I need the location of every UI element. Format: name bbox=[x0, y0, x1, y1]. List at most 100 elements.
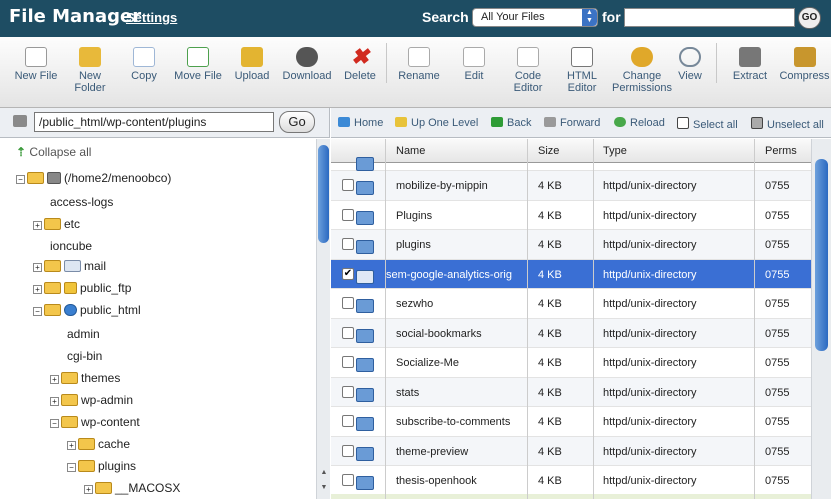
table-scrollbar[interactable] bbox=[811, 139, 831, 499]
folder-icon bbox=[356, 240, 374, 254]
nav-forward[interactable]: Forward bbox=[544, 117, 600, 129]
path-input[interactable]: /public_html/wp-content/plugins bbox=[34, 112, 274, 132]
tree-item[interactable]: + mail bbox=[33, 259, 106, 273]
path-go-button[interactable]: Go bbox=[279, 111, 315, 133]
toolbar-change-permissions[interactable]: Change Permissions bbox=[610, 47, 674, 94]
row-checkbox[interactable] bbox=[342, 326, 354, 339]
table-row[interactable]: social-bookmarks 4 KB httpd/unix-directory… bbox=[331, 318, 811, 348]
tree-root[interactable]: − (/home2/menoobco) bbox=[16, 171, 171, 185]
expand-icon: + bbox=[33, 221, 42, 230]
copy-icon bbox=[133, 47, 155, 67]
tree-item[interactable]: ioncube bbox=[50, 239, 92, 253]
file-type: httpd/unix-directory bbox=[603, 475, 697, 487]
row-checkbox[interactable] bbox=[342, 297, 354, 309]
row-checkbox[interactable] bbox=[342, 208, 354, 221]
toolbar-edit[interactable]: Edit bbox=[456, 47, 492, 82]
toolbar-new-folder[interactable]: New Folder bbox=[66, 47, 114, 94]
table-row-selected[interactable]: ✔ sem-google-analytics-orig 4 KB httpd/unix… bbox=[331, 259, 811, 289]
search-input[interactable] bbox=[624, 8, 795, 27]
tree-item[interactable]: + themes bbox=[50, 371, 120, 385]
tree-item[interactable]: + wp-admin bbox=[50, 393, 133, 407]
scroll-down-icon[interactable]: ▼ bbox=[317, 484, 331, 491]
search-scope-select[interactable]: All Your Files ▲ ▼ bbox=[472, 8, 598, 27]
tree-scrollbar[interactable]: ▲ ▼ bbox=[316, 139, 330, 499]
row-checkbox[interactable] bbox=[342, 356, 354, 368]
nav-reload[interactable]: Reload bbox=[614, 117, 665, 129]
table-row[interactable]: thesis-openhook 4 KB httpd/unix-directory 0… bbox=[331, 466, 811, 496]
mail-icon bbox=[64, 260, 81, 272]
file-perms: 0755 bbox=[765, 386, 790, 399]
header-size[interactable]: Size bbox=[538, 145, 559, 157]
tree-item[interactable]: + __MACOSX bbox=[84, 481, 180, 495]
tree-item[interactable]: − public_html bbox=[33, 303, 141, 317]
tree-item[interactable]: + etc bbox=[33, 217, 80, 231]
table-row[interactable]: sezwho 4 KB httpd/unix-directory 0755 bbox=[331, 289, 811, 319]
table-row[interactable]: theme-preview 4 KB httpd/unix-directory 075… bbox=[331, 436, 811, 466]
tree-scrollbar-thumb[interactable] bbox=[318, 145, 329, 243]
table-row[interactable]: plugins 4 KB httpd/unix-directory 0755 bbox=[331, 230, 811, 260]
nav-up-one-level[interactable]: Up One Level bbox=[395, 117, 478, 129]
toolbar-rename[interactable]: Rename bbox=[396, 47, 442, 82]
nav-unselect-all[interactable]: Unselect all bbox=[751, 117, 824, 131]
table-scrollbar-thumb[interactable] bbox=[815, 159, 828, 351]
collapse-all[interactable]: ⇡ Collapse all bbox=[16, 145, 91, 159]
scroll-up-icon[interactable]: ▲ bbox=[317, 469, 331, 476]
folder-open-icon bbox=[61, 416, 78, 428]
nav-select-all[interactable]: Select all bbox=[677, 117, 738, 131]
toolbar-move-file[interactable]: Move File bbox=[172, 47, 224, 82]
row-checkbox[interactable] bbox=[342, 474, 354, 486]
folder-icon bbox=[61, 372, 78, 384]
nav-home[interactable]: Home bbox=[338, 117, 383, 129]
row-checkbox-checked[interactable]: ✔ bbox=[342, 267, 354, 280]
table-row[interactable]: subscribe-to-comments 4 KB httpd/unix-dire… bbox=[331, 407, 811, 437]
tree-item[interactable]: − plugins bbox=[67, 459, 136, 473]
toolbar-new-file[interactable]: New File bbox=[12, 47, 60, 82]
file-type: httpd/unix-directory bbox=[603, 416, 697, 428]
header-name[interactable]: Name bbox=[396, 145, 425, 157]
search-go-button[interactable]: GO bbox=[798, 7, 821, 29]
file-size: 4 KB bbox=[538, 327, 562, 340]
toolbar-delete[interactable]: ✖ Delete bbox=[340, 46, 380, 83]
toolbar-download[interactable]: Download bbox=[280, 47, 334, 82]
header-type[interactable]: Type bbox=[603, 145, 627, 157]
toolbar-html-editor[interactable]: HTML Editor bbox=[560, 47, 604, 94]
file-name: sezwho bbox=[396, 298, 434, 310]
tree-item[interactable]: access-logs bbox=[50, 195, 113, 209]
row-checkbox[interactable] bbox=[342, 238, 354, 250]
tree-item[interactable]: cgi-bin bbox=[67, 349, 102, 363]
table-row[interactable]: Socialize-Me 4 KB httpd/unix-directory 0755 bbox=[331, 348, 811, 378]
toolbar-compress[interactable]: Compress bbox=[778, 47, 831, 82]
tree-item[interactable]: admin bbox=[67, 327, 100, 341]
folder-open-icon bbox=[78, 460, 95, 472]
tree-item[interactable]: + public_ftp bbox=[33, 281, 131, 295]
tree-item[interactable]: + cache bbox=[67, 437, 130, 451]
tree-item[interactable]: − wp-content bbox=[50, 415, 140, 429]
download-icon bbox=[296, 47, 318, 67]
toolbar-code-editor[interactable]: Code Editor bbox=[506, 47, 550, 94]
file-name: subscribe-to-comments bbox=[396, 416, 511, 428]
toolbar-upload[interactable]: Upload bbox=[232, 47, 272, 82]
toolbar-extract[interactable]: Extract bbox=[728, 47, 772, 82]
file-size: 4 KB bbox=[538, 268, 562, 281]
table-row[interactable]: stats 4 KB httpd/unix-directory 0755 bbox=[331, 377, 811, 407]
file-name: thesis-openhook bbox=[396, 475, 477, 487]
row-checkbox[interactable] bbox=[342, 444, 354, 457]
toolbar-view[interactable]: View bbox=[674, 47, 706, 82]
file-perms: 0755 bbox=[765, 180, 790, 192]
row-checkbox[interactable] bbox=[342, 385, 354, 398]
settings-link[interactable]: Settings bbox=[126, 10, 177, 25]
toolbar-copy[interactable]: Copy bbox=[124, 47, 164, 82]
table-row[interactable]: mobilize-by-mippin 4 KB httpd/unix-directo… bbox=[331, 171, 811, 201]
folder-icon bbox=[356, 269, 374, 284]
header-perms[interactable]: Perms bbox=[765, 145, 797, 157]
folder-icon bbox=[356, 157, 374, 171]
row-checkbox[interactable] bbox=[342, 415, 354, 427]
table-row[interactable]: Plugins 4 KB httpd/unix-directory 0755 bbox=[331, 200, 811, 230]
toolbar-divider bbox=[716, 43, 717, 83]
nav-back[interactable]: Back bbox=[491, 117, 531, 129]
collapse-icon: − bbox=[50, 419, 59, 428]
select-arrows-icon: ▲ ▼ bbox=[582, 9, 597, 26]
table-row[interactable] bbox=[331, 157, 811, 171]
navigation-bar: Home Up One Level Back Forward Reload Se… bbox=[331, 108, 831, 138]
row-checkbox[interactable] bbox=[342, 179, 354, 191]
